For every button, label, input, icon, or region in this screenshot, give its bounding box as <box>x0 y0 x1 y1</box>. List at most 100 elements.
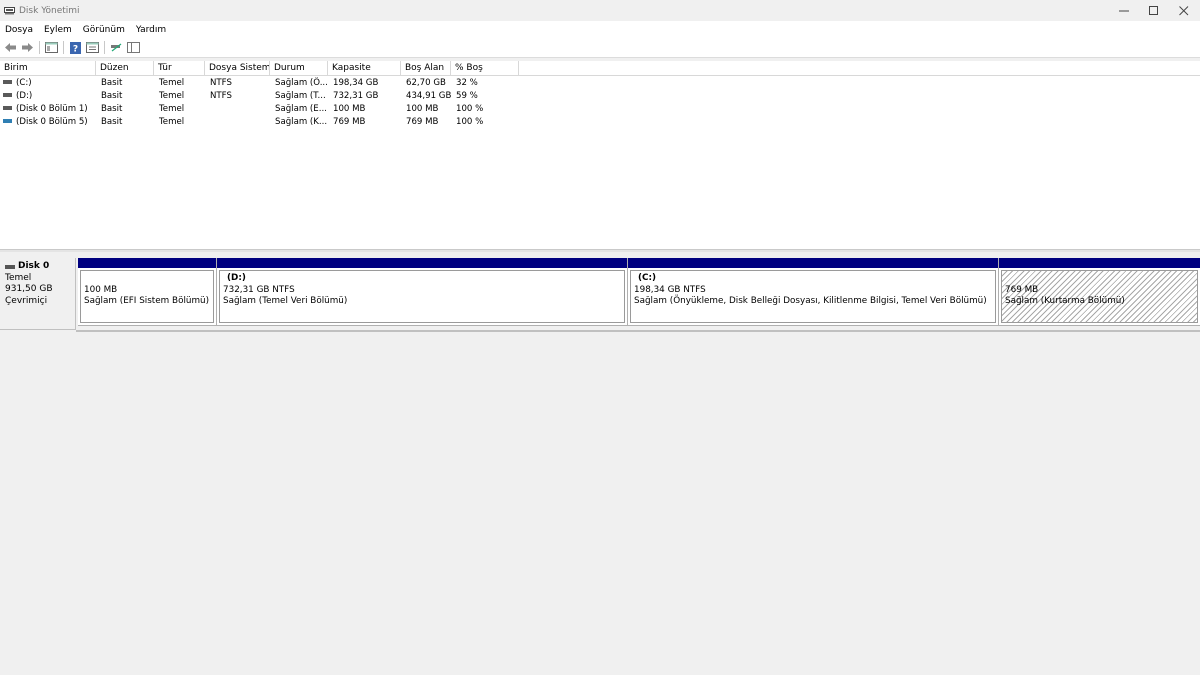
free-space-cell: 62,70 GB <box>406 78 446 88</box>
status-cell: Sağlam (T... <box>275 91 326 101</box>
list-view-icon[interactable] <box>84 39 101 56</box>
disk-size: 931,50 GB <box>5 284 53 294</box>
disk-row: Disk 0 Temel 931,50 GB Çevrimiçi 100 MB … <box>0 258 1200 332</box>
status-cell: Sağlam (E... <box>275 104 327 114</box>
partition-label: (D:) <box>227 273 246 283</box>
partition-label: (C:) <box>638 273 657 283</box>
forward-icon[interactable] <box>19 39 36 56</box>
layout-cell: Basit <box>101 91 123 101</box>
toolbar-separator <box>63 41 64 54</box>
volume-name-cell: (D:) <box>0 90 96 103</box>
volume-name-cell: (Disk 0 Bölüm 5) <box>0 116 96 129</box>
partition-body: 100 MB Sağlam (EFI Sistem Bölümü) <box>80 270 214 323</box>
window-title: Disk Yönetimi <box>19 5 80 16</box>
partition-bar <box>999 258 1200 268</box>
column-header-tur[interactable]: Tür <box>154 61 205 76</box>
partition-size: 198,34 GB NTFS <box>634 284 706 295</box>
disk-map: Disk 0 Temel 931,50 GB Çevrimiçi 100 MB … <box>0 252 1200 675</box>
column-header-birim[interactable]: Birim <box>0 61 96 76</box>
filesystem-cell <box>205 116 270 129</box>
percent-free-cell: 100 % <box>456 117 484 127</box>
partition-d[interactable]: (D:) 732,31 GB NTFS Sağlam (Temel Veri B… <box>217 258 628 326</box>
volume-name: (Disk 0 Bölüm 5) <box>16 117 88 127</box>
partition-bar <box>628 258 998 268</box>
partition-bar <box>78 258 216 268</box>
volume-list: Birim Düzen Tür Dosya Sistemi Durum Kapa… <box>0 61 1200 249</box>
menu-bar: Dosya Eylem Görünüm Yardım <box>0 21 1200 38</box>
column-header-bos-alan[interactable]: Boş Alan <box>401 61 451 76</box>
partition-bar <box>217 258 627 268</box>
rescan-icon[interactable] <box>108 39 125 56</box>
column-header-durum[interactable]: Durum <box>270 61 328 76</box>
title-bar: Disk Yönetimi <box>0 0 1200 21</box>
console-icon[interactable] <box>125 39 142 56</box>
capacity-cell: 198,34 GB <box>333 78 379 88</box>
partition-status: Sağlam (Temel Veri Bölümü) <box>223 296 348 306</box>
disk-name: Disk 0 <box>18 261 50 271</box>
percent-free-cell: 59 % <box>456 91 478 101</box>
column-header-kapasite[interactable]: Kapasite <box>328 61 401 76</box>
capacity-cell: 769 MB <box>333 117 366 127</box>
drive-icon <box>3 92 12 97</box>
volume-name: (C:) <box>16 78 32 88</box>
partition-size: 732,31 GB NTFS <box>223 284 295 295</box>
partition-body: (D:) 732,31 GB NTFS Sağlam (Temel Veri B… <box>219 270 625 323</box>
capacity-cell: 100 MB <box>333 104 366 114</box>
volume-name-cell: (C:) <box>0 77 96 90</box>
close-button[interactable] <box>1164 0 1200 21</box>
properties-icon[interactable] <box>43 39 60 56</box>
disk-row-divider <box>76 330 1200 332</box>
disk-icon <box>5 264 15 269</box>
table-row[interactable]: (Disk 0 Bölüm 1) Basit Temel Sağlam (E..… <box>0 103 1200 116</box>
disk-info[interactable]: Disk 0 Temel 931,50 GB Çevrimiçi <box>0 258 76 330</box>
volume-list-header: Birim Düzen Tür Dosya Sistemi Durum Kapa… <box>0 61 1200 76</box>
menu-eylem[interactable]: Eylem <box>39 25 78 35</box>
disk-management-icon <box>4 6 15 15</box>
filesystem-cell: NTFS <box>210 78 232 88</box>
capacity-cell: 732,31 GB <box>333 91 379 101</box>
free-space-cell: 769 MB <box>406 117 439 127</box>
status-cell: Sağlam (Ö... <box>275 78 328 88</box>
volume-name-cell: (Disk 0 Bölüm 1) <box>0 103 96 116</box>
type-cell: Temel <box>159 104 185 114</box>
layout-cell: Basit <box>101 117 123 127</box>
disk-name-row: Disk 0 <box>5 261 75 273</box>
layout-cell: Basit <box>101 104 123 114</box>
menu-yardim[interactable]: Yardım <box>131 25 172 35</box>
status-cell: Sağlam (K... <box>275 117 328 127</box>
partition-label <box>1005 273 1197 285</box>
drive-icon <box>3 105 12 110</box>
toolbar-separator <box>39 41 40 54</box>
free-space-cell: 100 MB <box>406 104 439 114</box>
help-icon[interactable]: ? <box>67 39 84 56</box>
table-row[interactable]: (Disk 0 Bölüm 5) Basit Temel Sağlam (K..… <box>0 116 1200 129</box>
drive-icon <box>3 79 12 84</box>
partition-c[interactable]: (C:) 198,34 GB NTFS Sağlam (Önyükleme, D… <box>628 258 999 326</box>
volume-name: (D:) <box>16 91 33 101</box>
type-cell: Temel <box>159 78 185 88</box>
table-row[interactable]: (D:) Basit Temel NTFS Sağlam (T... 732,3… <box>0 90 1200 103</box>
table-row[interactable]: (C:) Basit Temel NTFS Sağlam (Ö... 198,3… <box>0 77 1200 90</box>
menu-dosya[interactable]: Dosya <box>0 25 39 35</box>
back-icon[interactable] <box>2 39 19 56</box>
toolbar-separator <box>104 41 105 54</box>
partition-body: (C:) 198,34 GB NTFS Sağlam (Önyükleme, D… <box>630 270 996 323</box>
partition-size: 769 MB <box>1005 284 1039 295</box>
column-header-yuzde-bos[interactable]: % Boş <box>451 61 519 76</box>
partition-label <box>84 273 213 285</box>
partition-size: 100 MB <box>84 284 118 295</box>
type-cell: Temel <box>159 91 185 101</box>
menu-gorunum[interactable]: Görünüm <box>78 25 131 35</box>
filesystem-cell <box>205 103 270 116</box>
partition-recovery[interactable]: 769 MB Sağlam (Kurtarma Bölümü) <box>999 258 1200 326</box>
volume-name: (Disk 0 Bölüm 1) <box>16 104 88 114</box>
partition-status: Sağlam (EFI Sistem Bölümü) <box>84 296 210 306</box>
column-header-duzen[interactable]: Düzen <box>96 61 154 76</box>
partition-efi[interactable]: 100 MB Sağlam (EFI Sistem Bölümü) <box>78 258 217 326</box>
layout-cell: Basit <box>101 78 123 88</box>
disk-type: Temel <box>5 272 32 283</box>
percent-free-cell: 32 % <box>456 78 478 88</box>
partition-status: Sağlam (Kurtarma Bölümü) <box>1005 296 1125 306</box>
toolbar: ? <box>0 38 1200 58</box>
column-header-dosya-sistemi[interactable]: Dosya Sistemi <box>205 61 270 76</box>
